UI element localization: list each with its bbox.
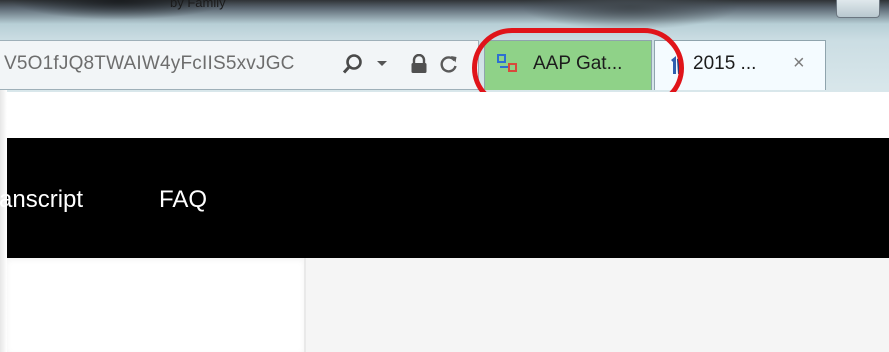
page-top-strip (0, 92, 889, 138)
left-content-panel (7, 258, 304, 352)
window-control-button[interactable] (836, 0, 880, 18)
tab-label: 2015 ... (693, 53, 757, 74)
nav-link-transcript[interactable]: anscript (0, 186, 83, 214)
lock-icon[interactable] (408, 51, 430, 77)
close-tab-icon[interactable]: × (793, 52, 805, 75)
window-title: by Family (170, 0, 226, 10)
dropdown-arrow-icon[interactable] (374, 51, 390, 77)
refresh-icon[interactable] (437, 51, 461, 77)
address-bar[interactable]: V5O1fJQ8TWAIW4yFcIIS5xvJGC (0, 40, 479, 90)
right-content-panel (306, 258, 889, 352)
nav-link-faq[interactable]: FAQ (159, 186, 207, 214)
url-text[interactable]: V5O1fJQ8TWAIW4yFcIIS5xvJGC (4, 53, 295, 75)
titlebar-shadow (520, 0, 740, 30)
site-navbar: anscript FAQ (0, 138, 889, 258)
search-icon[interactable] (340, 51, 366, 77)
window-edge (0, 90, 7, 352)
